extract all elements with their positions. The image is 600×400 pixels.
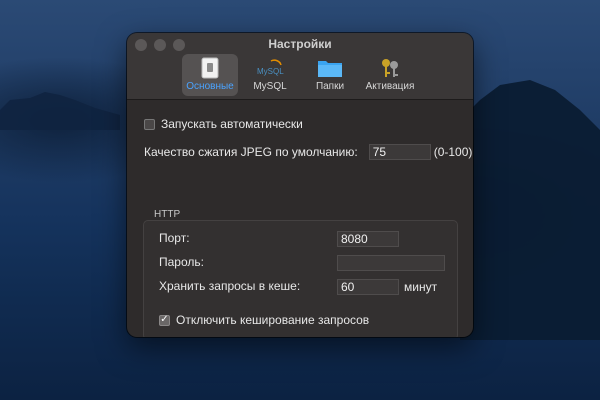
tab-folders[interactable]: Папки xyxy=(302,54,358,96)
mysql-logo-text: MySQL xyxy=(257,67,284,76)
wallpaper-island-left xyxy=(0,92,120,130)
cache-input[interactable]: 60 xyxy=(337,279,399,295)
keys-icon xyxy=(376,57,404,79)
autostart-checkbox[interactable] xyxy=(144,118,155,130)
window-title: Настройки xyxy=(268,37,332,51)
toolbar-tabs: Основные MySQL MySQL Папки Активация xyxy=(127,54,473,96)
tab-mysql[interactable]: MySQL MySQL xyxy=(242,54,298,96)
wallpaper-island-right xyxy=(460,80,600,340)
general-pane: Запускать автоматически Качество сжатия … xyxy=(127,100,473,337)
disable-cache-label: Отключить кеширование запросов xyxy=(176,313,370,327)
cache-label: Хранить запросы в кеше: xyxy=(159,279,301,293)
folder-icon xyxy=(316,57,344,79)
preferences-window: Настройки Основные MySQL MySQL Папки Акт… xyxy=(127,33,473,337)
password-row: Пароль: xyxy=(159,255,204,269)
port-input[interactable]: 8080 xyxy=(337,231,399,247)
tab-activation[interactable]: Активация xyxy=(362,54,418,96)
cache-unit: минут xyxy=(404,280,438,294)
port-label: Порт: xyxy=(159,231,190,245)
tab-general[interactable]: Основные xyxy=(182,54,238,96)
tab-mysql-label: MySQL xyxy=(253,81,287,92)
tab-folders-label: Папки xyxy=(315,81,345,92)
jpeg-quality-input[interactable]: 75 xyxy=(368,144,431,160)
http-group: Порт: 8080 Пароль: Хранить запросы в кеш… xyxy=(143,220,458,337)
jpeg-quality-row: Качество сжатия JPEG по умолчанию: 75 (0… xyxy=(144,144,472,160)
titlebar: Настройки Основные MySQL MySQL Папки Акт… xyxy=(127,33,473,100)
disable-cache-checkbox[interactable]: ✓ xyxy=(159,314,170,326)
http-group-title: HTTP xyxy=(154,209,181,220)
jpeg-quality-label: Качество сжатия JPEG по умолчанию: xyxy=(144,145,358,159)
mysql-icon: MySQL xyxy=(256,57,284,79)
disable-cache-row[interactable]: ✓ Отключить кеширование запросов xyxy=(159,313,369,327)
cache-row: Хранить запросы в кеше: xyxy=(159,279,300,293)
jpeg-quality-range: (0-100) xyxy=(433,145,473,159)
switch-icon xyxy=(196,57,224,79)
autostart-label: Запускать автоматически xyxy=(161,117,303,131)
tab-general-label: Основные xyxy=(186,81,234,92)
port-row: Порт: xyxy=(159,231,190,245)
password-input[interactable] xyxy=(337,255,445,271)
password-label: Пароль: xyxy=(159,255,204,269)
autostart-row[interactable]: Запускать автоматически xyxy=(144,117,303,131)
tab-activation-label: Активация xyxy=(365,81,415,92)
